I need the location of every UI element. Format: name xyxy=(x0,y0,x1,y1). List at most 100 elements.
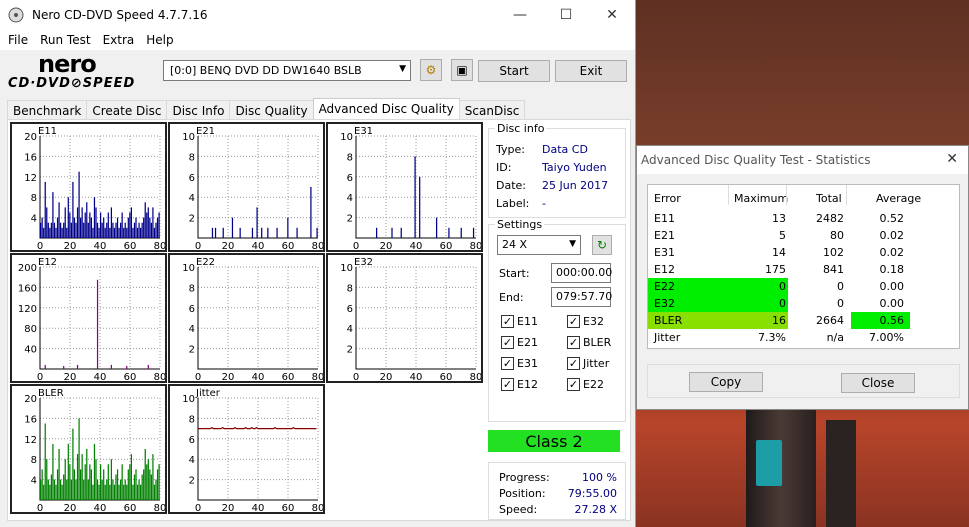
statistics-title-bar: Advanced Disc Quality Test - Statistics … xyxy=(637,146,968,174)
graph-bar xyxy=(112,479,114,500)
start-button[interactable]: Start xyxy=(478,60,550,82)
graph-bar xyxy=(296,227,298,238)
x-tick-label: 0 xyxy=(353,372,359,381)
graph-bar xyxy=(70,222,72,238)
graph-bar xyxy=(133,474,136,500)
nero-logo: nero CD·DVD⊘SPEED xyxy=(8,50,156,92)
statistics-row: E22 0 0 0.00 xyxy=(648,278,961,295)
graph-bar xyxy=(69,464,71,500)
tab-disc-info[interactable]: Disc Info xyxy=(166,100,231,120)
graph-bar xyxy=(143,469,145,500)
tab-create-disc[interactable]: Create Disc xyxy=(86,100,168,120)
cell: E12 xyxy=(654,263,675,276)
graph-bar xyxy=(93,197,96,238)
checkbox-e22[interactable]: ✓ E22 xyxy=(567,378,604,391)
graph-bar xyxy=(81,207,83,238)
graph-bar xyxy=(436,217,438,238)
graph-svg-e12: E12200 160 120 80 40 0 20 40 60 80 xyxy=(18,257,165,381)
graph-bar xyxy=(141,474,143,500)
graph-bar xyxy=(113,484,116,500)
label-value: - xyxy=(542,197,546,210)
close-dialog-button[interactable]: Close xyxy=(841,373,915,393)
drive-info-button[interactable]: ⚙ xyxy=(420,59,442,81)
graph-bar xyxy=(121,212,123,238)
checkbox-jitter[interactable]: ✓ Jitter xyxy=(567,357,609,370)
x-tick-label: 20 xyxy=(222,241,235,250)
close-button[interactable]: ✕ xyxy=(589,0,635,30)
date-value: 25 Jun 2017 xyxy=(542,179,609,192)
menu-extra[interactable]: Extra xyxy=(97,33,141,47)
maximize-button[interactable]: ☐ xyxy=(543,0,589,30)
graph-bar xyxy=(84,212,86,238)
y-tick-label: 8 xyxy=(189,414,195,425)
y-tick-label: 10 xyxy=(182,132,195,143)
settings-group: Settings 24 X ▼ ↻ Start: 000:00.00 End: … xyxy=(488,218,626,422)
exit-button[interactable]: Exit xyxy=(555,60,627,82)
menu-bar: File Run Test Extra Help xyxy=(0,30,635,50)
checkbox-e32[interactable]: ✓ E32 xyxy=(567,315,604,328)
cell: 102 xyxy=(823,246,844,259)
graph-bar xyxy=(150,222,152,238)
graph-e12: E12 200 160 120 80 40 0 20 40 60 80 xyxy=(10,253,167,383)
refresh-speed-button[interactable]: ↻ xyxy=(592,235,612,255)
statistics-dialog: Advanced Disc Quality Test - Statistics … xyxy=(636,145,969,410)
graph-bar xyxy=(72,181,74,238)
cell: 0.02 xyxy=(879,229,905,242)
tab-scandisc[interactable]: ScanDisc xyxy=(458,100,526,120)
menu-run-test[interactable]: Run Test xyxy=(34,33,96,47)
graph-bar xyxy=(126,227,128,238)
graph-bar xyxy=(107,212,109,238)
graph-bar xyxy=(130,207,132,238)
jitter-line xyxy=(198,426,317,430)
graph-bar xyxy=(78,171,80,238)
cell: E21 xyxy=(654,229,675,242)
graph-bar xyxy=(95,207,97,238)
copy-button[interactable]: Copy xyxy=(689,372,763,392)
checkbox-e31[interactable]: ✓ E31 xyxy=(501,357,538,370)
speed-label: Speed: xyxy=(499,503,538,516)
graph-bar xyxy=(72,428,74,500)
start-field[interactable]: 000:00.00 xyxy=(551,263,612,283)
checkbox-e21[interactable]: ✓ E21 xyxy=(501,336,538,349)
x-tick-label: 40 xyxy=(252,503,265,512)
tab-disc-quality[interactable]: Disc Quality xyxy=(229,100,314,120)
graph-bar xyxy=(150,474,152,500)
graph-bar xyxy=(95,459,97,500)
drive-select[interactable]: [0:0] BENQ DVD DD DW1640 BSLB ▼ xyxy=(163,60,411,81)
graph-bar xyxy=(64,207,66,238)
y-tick-label: 40 xyxy=(24,345,37,356)
checkbox-bler[interactable]: ✓ BLER xyxy=(567,336,611,349)
statistics-close-icon[interactable]: ✕ xyxy=(946,151,958,167)
checkbox-e11[interactable]: ✓ E11 xyxy=(501,315,538,328)
x-tick-label: 40 xyxy=(94,241,107,250)
graph-bar xyxy=(267,227,269,238)
graph-bar xyxy=(316,227,318,238)
menu-file[interactable]: File xyxy=(2,33,34,47)
x-tick-label: 60 xyxy=(124,503,137,512)
save-button[interactable]: ▣ xyxy=(451,59,473,81)
graph-bar xyxy=(49,227,51,238)
y-tick-label: 4 xyxy=(347,193,353,204)
tab-benchmark[interactable]: Benchmark xyxy=(7,100,88,120)
graph-bar xyxy=(101,479,103,500)
graph-bar xyxy=(52,443,54,500)
x-tick-label: 80 xyxy=(312,241,323,250)
cell: 0 xyxy=(779,280,786,293)
statistics-row: E12 175 841 0.18 xyxy=(648,261,961,278)
checkbox-e12[interactable]: ✓ E12 xyxy=(501,378,538,391)
speed-value: 27.28 X xyxy=(574,503,617,516)
graph-bar xyxy=(63,222,65,238)
graph-bar xyxy=(138,222,140,238)
graph-bar xyxy=(261,227,263,238)
graph-bar xyxy=(147,207,149,238)
x-tick-label: 40 xyxy=(252,241,265,250)
menu-help[interactable]: Help xyxy=(140,33,179,47)
speed-select[interactable]: 24 X ▼ xyxy=(497,235,581,255)
cell: 0.02 xyxy=(879,246,905,259)
graph-bar xyxy=(149,217,151,238)
tab-advanced-disc-quality[interactable]: Advanced Disc Quality xyxy=(312,98,460,120)
minimize-button[interactable]: — xyxy=(497,0,543,30)
graph-e22: E22 10 8 6 4 2 0 20 40 60 80 xyxy=(168,253,325,383)
end-field[interactable]: 079:57.70 xyxy=(551,287,612,307)
x-tick-label: 60 xyxy=(282,241,295,250)
